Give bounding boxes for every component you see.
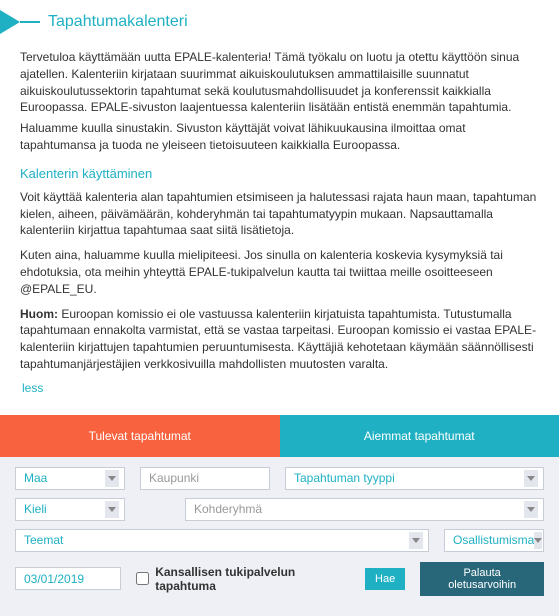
tab-upcoming[interactable]: Tulevat tapahtumat [0, 415, 280, 457]
intro-content: Tervetuloa käyttämään uutta EPALE-kalent… [0, 49, 559, 405]
tab-past[interactable]: Aiemmat tapahtumat [280, 415, 559, 457]
city-input[interactable]: Kaupunki [140, 467, 270, 490]
chevron-down-icon [524, 501, 538, 518]
attendance-label: Osallistumisma [453, 533, 534, 547]
event-type-select[interactable]: Tapahtuman tyyppi [285, 467, 544, 490]
usage-header: Kalenterin käyttäminen [20, 166, 539, 181]
nss-label: Kansallisen tukipalvelun tapahtuma [155, 565, 350, 593]
tabs: Tulevat tapahtumat Aiemmat tapahtumat [0, 415, 559, 457]
chevron-down-icon [105, 501, 119, 518]
header-divider [20, 21, 40, 23]
intro-paragraph-1: Tervetuloa käyttämään uutta EPALE-kalent… [20, 49, 539, 116]
country-select[interactable]: Maa [15, 467, 125, 490]
nss-checkbox-wrap[interactable]: Kansallisen tukipalvelun tapahtuma [136, 565, 350, 593]
search-button[interactable]: Hae [365, 568, 405, 590]
city-placeholder: Kaupunki [149, 471, 199, 485]
note-text: Euroopan komissio ei ole vastuussa kalen… [20, 307, 536, 371]
themes-label: Teemat [24, 533, 63, 547]
date-value: 03/01/2019 [24, 572, 84, 586]
language-label: Kieli [24, 502, 47, 516]
chevron-down-icon [534, 532, 542, 549]
intro-paragraph-4: Kuten aina, haluamme kuulla mielipiteesi… [20, 247, 539, 297]
event-type-label: Tapahtuman tyyppi [294, 471, 395, 485]
collapse-link[interactable]: less [22, 381, 539, 395]
nss-checkbox[interactable] [136, 572, 149, 585]
target-group-label: Kohderyhmä [194, 502, 262, 516]
intro-paragraph-3: Voit käyttää kalenteria alan tapahtumien… [20, 189, 539, 239]
note-label: Huom: [20, 307, 58, 321]
themes-select[interactable]: Teemat [15, 529, 429, 552]
filter-panel: Maa Kaupunki Tapahtuman tyyppi Kieli Koh… [0, 457, 559, 616]
language-select[interactable]: Kieli [15, 498, 125, 521]
chevron-down-icon [105, 470, 119, 487]
page-header: Tapahtumakalenteri [0, 10, 559, 34]
chevron-down-icon [524, 470, 538, 487]
page-title: Tapahtumakalenteri [48, 13, 188, 31]
reset-button[interactable]: Palauta oletusarvoihin [420, 562, 544, 596]
header-arrow-icon [0, 10, 20, 34]
country-select-label: Maa [24, 471, 47, 485]
target-group-select[interactable]: Kohderyhmä [185, 498, 544, 521]
date-input[interactable]: 03/01/2019 [15, 567, 121, 590]
intro-paragraph-2: Haluamme kuulla sinustakin. Sivuston käy… [20, 120, 539, 154]
intro-note: Huom: Euroopan komissio ei ole vastuussa… [20, 306, 539, 373]
attendance-select[interactable]: Osallistumisma [444, 529, 544, 552]
chevron-down-icon [409, 532, 423, 549]
